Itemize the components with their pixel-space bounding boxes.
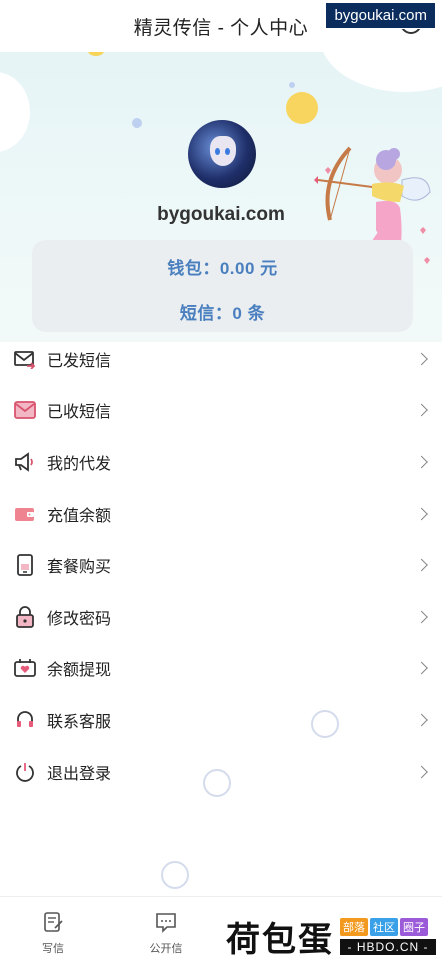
menu-item-recharge[interactable]: 充值余额 [0,488,442,540]
menu-item-label: 联系客服 [47,713,112,731]
watermark-site: - HBDO.CN - [340,938,436,955]
menu-item-sent-sms[interactable]: 已发短信 [0,333,442,385]
menu-item-label: 余额提现 [47,662,112,680]
wallet-balance: 钱包：0.00 元 [167,259,278,278]
ring-decoration [311,710,339,738]
ring-decoration [203,769,231,797]
withdraw-icon [14,657,36,679]
tab-write[interactable]: 写信 [23,911,83,956]
menu-item-change-password[interactable]: 修改密码 [0,591,442,643]
avatar-face [210,136,236,166]
menu-item-label: 修改密码 [47,610,112,628]
ring-decoration [161,861,189,889]
phone-package-icon [14,554,36,577]
watermark-bottom: 荷包蛋 部落 社区 圈子 - HBDO.CN - [226,914,436,960]
write-icon [44,912,63,932]
menu-item-label: 我的代发 [47,455,112,473]
chevron-right-icon [415,404,428,417]
inbox-mail-icon [14,399,36,421]
chevron-right-icon [415,661,428,675]
watermark-tag: 圈子 [400,917,428,936]
watermark-tag: 部落 [340,917,368,936]
public-letter-icon [156,913,176,933]
bubble-decoration [289,82,295,88]
watermark-title: 荷包蛋 [226,919,334,960]
tab-label: 公开信 [149,943,183,955]
avatar[interactable] [188,120,256,188]
account-summary-card: 钱包：0.00 元 短信：0 条 [32,240,413,332]
chevron-right-icon [415,610,428,624]
chevron-right-icon [415,558,428,572]
menu-item-label: 充值余额 [47,507,112,525]
tab-label: 写信 [42,943,64,955]
tab-public-letter[interactable]: 公开信 [136,911,196,956]
menu-item-my-proxy[interactable]: 我的代发 [0,436,442,488]
menu-item-withdraw[interactable]: 余额提现 [0,643,442,695]
avatar-eye [215,148,220,155]
bubble-decoration [286,92,318,124]
chevron-right-icon [415,713,428,727]
menu-item-label: 已收短信 [47,404,112,422]
power-icon [14,761,36,783]
menu-item-package-purchase[interactable]: 套餐购买 [0,539,442,591]
cloud-decoration [0,72,30,152]
bubble-decoration [132,118,142,128]
chevron-right-icon [415,765,428,778]
menu-item-label: 退出登录 [47,765,112,783]
menu-item-label: 套餐购买 [47,559,112,577]
watermark-tags: 部落 社区 圈子 [340,917,436,936]
app-header: 精灵传信 - 个人中心 bygoukai.com [0,0,442,52]
menu-list: 已发短信 已收短信 我的代发 充值余额 套餐购买 修改密码 余额提现 联系客服 … [0,333,442,797]
watermark-badge: 部落 社区 圈子 - HBDO.CN - [340,917,436,955]
sent-mail-icon [14,348,36,370]
avatar-eye [225,148,230,155]
watermark-label: bygoukai.com [325,2,436,29]
cloud-decoration [320,52,442,92]
menu-item-received-sms[interactable]: 已收短信 [0,385,442,437]
chevron-right-icon [415,507,428,520]
lock-icon [14,605,36,628]
megaphone-icon [14,451,36,473]
bubble-decoration [88,52,104,56]
chevron-right-icon [415,352,428,366]
watermark-tag: 社区 [370,917,398,936]
page-title: 精灵传信 - 个人中心 [133,17,309,39]
headset-icon [14,709,36,731]
sms-count: 短信：0 条 [179,304,266,323]
menu-item-customer-service[interactable]: 联系客服 [0,694,442,746]
menu-item-label: 已发短信 [47,352,112,370]
wallet-icon [14,503,36,525]
chevron-right-icon [415,455,428,469]
